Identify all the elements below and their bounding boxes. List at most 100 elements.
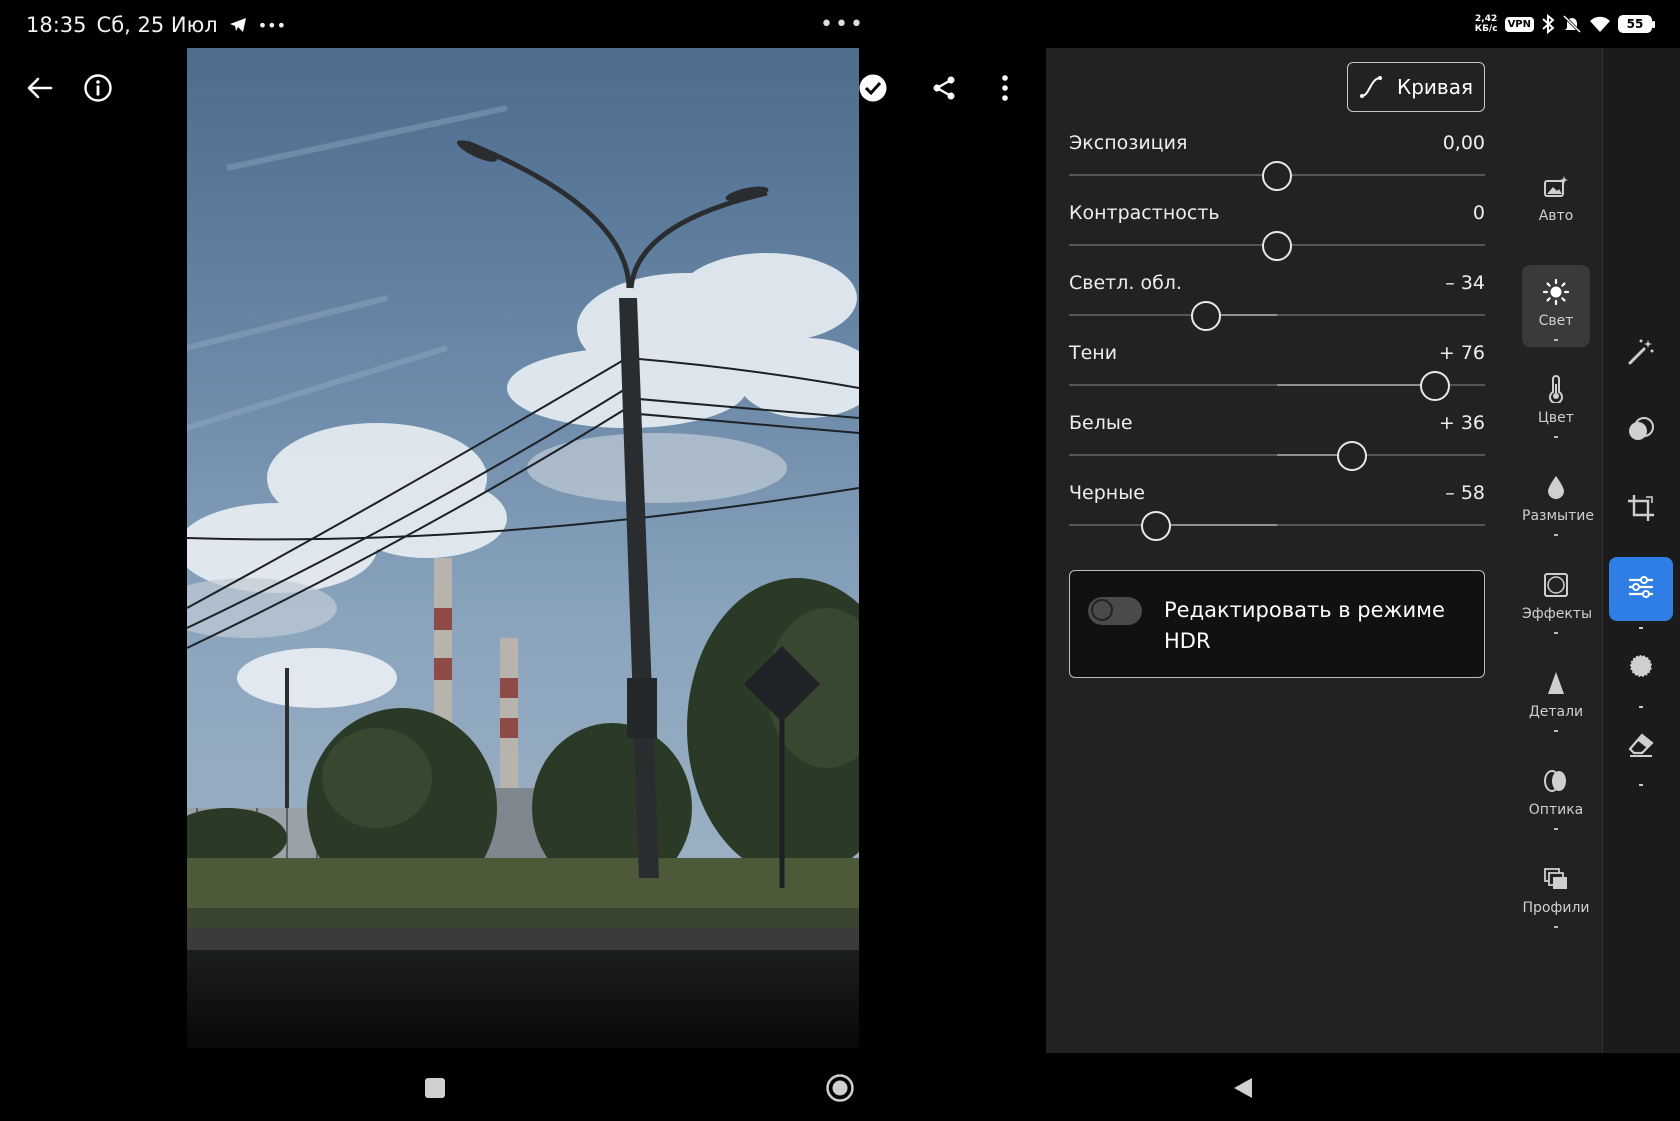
triangle-icon: [1522, 666, 1590, 700]
slider-fill: [1277, 384, 1436, 386]
mute-bell-icon: [1562, 14, 1582, 34]
photo-canvas[interactable]: [187, 48, 859, 1048]
hdr-edit-option[interactable]: Редактировать в режиме HDR: [1069, 570, 1485, 678]
slider-track[interactable]: [1069, 314, 1485, 316]
rail-crop-button[interactable]: [1609, 478, 1673, 542]
category-divider: [1554, 339, 1558, 341]
category-label: Оптика: [1528, 802, 1584, 818]
rail-eraser-button[interactable]: [1609, 714, 1673, 778]
category-triangle[interactable]: Детали: [1522, 656, 1590, 738]
profiles-icon: [1522, 862, 1590, 896]
category-divider: [1554, 926, 1558, 928]
category-label: Цвет: [1538, 410, 1574, 426]
info-icon: [84, 74, 112, 102]
auto-image-icon: [1522, 170, 1590, 204]
slider-label: Белые: [1069, 412, 1133, 434]
slider-thumb[interactable]: [1141, 511, 1172, 541]
lens-icon: [1522, 764, 1590, 798]
masking-icon: [1626, 415, 1656, 449]
curve-button[interactable]: Кривая: [1347, 62, 1485, 112]
telegram-icon: [229, 18, 246, 32]
slider-label: Экспозиция: [1069, 132, 1188, 154]
category-label: Профили: [1522, 900, 1590, 916]
check-circle-icon: [859, 74, 887, 102]
triangle-back-icon: [1234, 1078, 1252, 1098]
thermometer-icon: [1522, 372, 1590, 406]
drop-icon: [1522, 470, 1590, 504]
category-divider: [1554, 534, 1558, 536]
category-lens[interactable]: Оптика: [1522, 754, 1590, 836]
wifi-icon: [1590, 16, 1610, 32]
hdr-toggle[interactable]: [1088, 597, 1142, 625]
light-edit-panel: Кривая Экспозиция 0,00 Контрастность 0 Светл…: [1046, 48, 1603, 1053]
status-date: Сб, 25 Июл: [96, 13, 218, 37]
slider-track[interactable]: [1069, 524, 1485, 526]
curve-label: Кривая: [1397, 75, 1473, 99]
vpn-badge: VPN: [1504, 16, 1534, 32]
category-vignette[interactable]: Эффекты: [1522, 558, 1592, 640]
done-button[interactable]: [853, 68, 893, 108]
slider-thumb[interactable]: [1420, 371, 1451, 401]
category-profiles[interactable]: Профили: [1522, 852, 1590, 934]
net-speed: 2,42 КБ/с: [1474, 14, 1498, 34]
category-sun[interactable]: Свет: [1522, 265, 1590, 347]
slider-value: + 36: [1438, 412, 1485, 434]
category-thermometer[interactable]: Цвет: [1522, 362, 1590, 444]
category-label: Свет: [1538, 313, 1574, 329]
recents-button[interactable]: [418, 1071, 452, 1105]
slider-label: Черные: [1069, 482, 1145, 504]
category-drop[interactable]: Размытие: [1522, 460, 1594, 542]
crop-icon: [1626, 493, 1656, 527]
info-button[interactable]: [78, 68, 118, 108]
rail-masking-button[interactable]: [1609, 400, 1673, 464]
status-time: 18:35: [26, 13, 87, 37]
square-icon: [425, 1078, 445, 1098]
bluetooth-icon: [1542, 14, 1555, 34]
slider-value: 0,00: [1442, 132, 1485, 154]
slider-row[interactable]: Белые + 36: [1069, 412, 1485, 482]
category-divider: [1554, 632, 1558, 634]
category-divider: [1554, 828, 1558, 830]
slider-label: Контрастность: [1069, 202, 1220, 224]
back-button[interactable]: [20, 68, 60, 108]
rail-magic-wand-button[interactable]: [1609, 322, 1673, 386]
more-menu-button[interactable]: [985, 68, 1025, 108]
category-auto-image[interactable]: Авто: [1522, 160, 1590, 230]
presets-icon: [1626, 651, 1656, 685]
more-vertical-icon: [1002, 75, 1008, 101]
hdr-label: Редактировать в режиме HDR: [1164, 598, 1445, 653]
slider-thumb[interactable]: [1262, 161, 1292, 191]
slider-value: – 58: [1445, 482, 1485, 504]
eraser-icon: [1626, 729, 1656, 763]
circle-icon: [826, 1074, 854, 1102]
curve-icon: [1360, 76, 1383, 98]
slider-value: – 34: [1445, 272, 1485, 294]
status-bar: 18:35 Сб, 25 Июл ••• ••• 2,42 КБ/с VPN 5…: [0, 0, 1680, 50]
slider-row[interactable]: Черные – 58: [1069, 482, 1485, 552]
slider-row[interactable]: Экспозиция 0,00: [1069, 132, 1485, 202]
adjust-sliders-icon: [1626, 572, 1656, 606]
rail-divider: [1639, 784, 1643, 786]
category-label: Детали: [1528, 704, 1584, 720]
slider-row[interactable]: Светл. обл. – 34: [1069, 272, 1485, 342]
home-button[interactable]: [823, 1071, 857, 1105]
category-divider: [1554, 436, 1558, 438]
rail-adjust-sliders-button[interactable]: [1609, 557, 1673, 621]
slider-thumb[interactable]: [1191, 301, 1222, 331]
category-label: Эффекты: [1522, 606, 1592, 622]
share-button[interactable]: [924, 68, 964, 108]
slider-thumb[interactable]: [1336, 441, 1367, 471]
battery-indicator: 55: [1618, 15, 1655, 33]
slider-row[interactable]: Контрастность 0: [1069, 202, 1485, 272]
slider-value: 0: [1472, 202, 1485, 224]
slider-row[interactable]: Тени + 76: [1069, 342, 1485, 412]
tool-rail: [1602, 48, 1680, 1053]
rail-presets-button[interactable]: [1609, 636, 1673, 700]
slider-thumb[interactable]: [1262, 231, 1292, 261]
magic-wand-icon: [1626, 337, 1656, 371]
status-more-dots[interactable]: •••: [820, 12, 865, 37]
rail-divider: [1639, 706, 1643, 708]
nav-back-button[interactable]: [1226, 1071, 1260, 1105]
arrow-left-icon: [27, 77, 53, 99]
slider-label: Светл. обл.: [1069, 272, 1182, 294]
